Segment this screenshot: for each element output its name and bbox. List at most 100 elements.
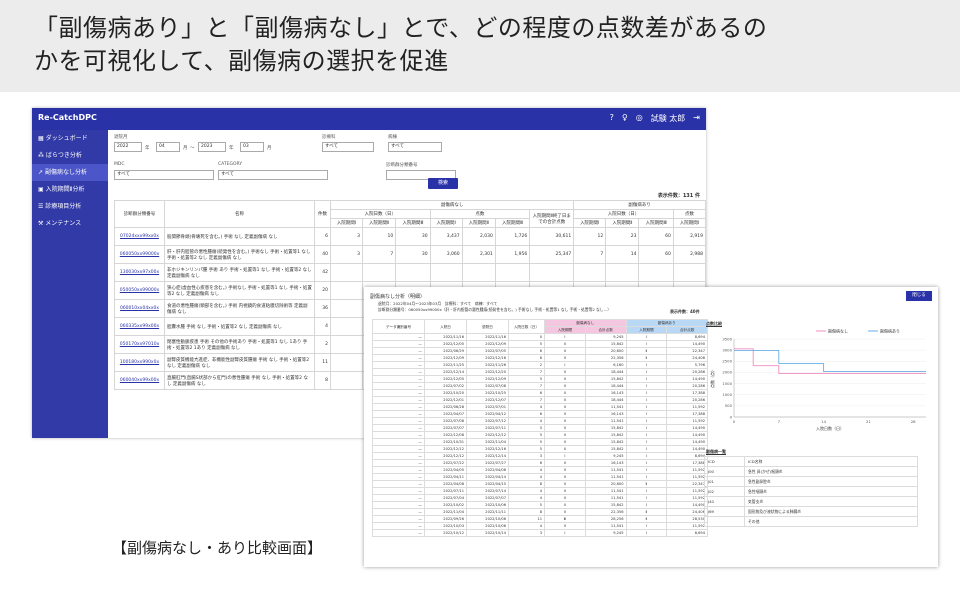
detail-table: データ識別番号 入院日 退院日 入院日数（日） 副傷病なし 副傷病あり 入院期間…: [372, 319, 708, 537]
dpc-code-link[interactable]: 060050xx99000x: [114, 245, 165, 264]
table-cell: 直腸肛門(直腸S状部から肛門)の悪性腫瘍 手術 なし 手術・処置等2 なし 定義…: [164, 371, 315, 390]
detail-cell: 11,541: [584, 473, 627, 481]
detail-id-cell: —: [372, 403, 425, 411]
detail-cell: 11,541: [584, 522, 627, 530]
table-cell: 3: [329, 227, 364, 246]
detail-id-cell: —: [372, 501, 425, 509]
sidebar-item-1[interactable]: ⁂ ばらつき分析: [32, 147, 108, 164]
detail-cell: 2022/11/04: [424, 508, 467, 516]
detail-cell: 2022/10/14: [466, 529, 509, 537]
dept-select[interactable]: すべて: [322, 142, 374, 152]
injury-code: J00: [704, 466, 745, 477]
trend-icon: ↗: [38, 169, 45, 176]
detail-cell: 2022/12/01: [424, 396, 467, 404]
dpc-code-link[interactable]: 130030xx97x00x: [114, 263, 165, 282]
table-cell: 14: [605, 245, 640, 264]
dpc-code-link[interactable]: 050050xx99000x: [114, 281, 165, 300]
table-cell: 10: [362, 227, 397, 246]
detail-id-cell: —: [372, 340, 425, 348]
mdc-select[interactable]: すべて: [114, 170, 214, 180]
detail-cell: Ⅱ: [544, 417, 586, 425]
dpc-code-link[interactable]: 060040xx99x00x: [114, 371, 165, 390]
detail-row: —2022/11/16 2022/11/16 0 Ⅰ 9,245 Ⅰ 8,694: [372, 333, 708, 341]
detail-cell: 16,143: [584, 410, 627, 418]
sidebar-item-3[interactable]: ▣ 入院期間Ⅱ分析: [32, 181, 108, 198]
table-cell: 肝・肝内胆管の悪性腫瘍(続発性を含む。) 手術なし 手術・処置等1 なし 手術・…: [164, 245, 315, 264]
detail-cell: 11,592: [666, 417, 708, 425]
detail-cell: 2022/04/14: [466, 473, 509, 481]
sidebar-item-2[interactable]: ↗ 副傷病なし分析: [32, 164, 108, 181]
detail-cell: 2022/11/16: [424, 333, 467, 341]
table-cell: 2,919: [672, 227, 706, 246]
slide-header: 「副傷病あり」と「副傷病なし」とで、どの程度の点数差があるの かを可視化して、副…: [0, 0, 960, 92]
to-year-select[interactable]: 2023: [198, 142, 226, 152]
injury-table: ICD ICD名称 J00 急性 鼻(かぜ)咽頭炎 J01 急性副鼻腔炎 J02 急性咽頭炎 J…: [704, 456, 918, 527]
detail-id-cell: —: [372, 354, 425, 362]
detail-cell: 11,592: [666, 522, 708, 530]
detail-cell: 2022/07/08: [466, 382, 509, 390]
detail-cell: 20,286: [666, 382, 708, 390]
dpc-code-link[interactable]: 060010xx04xx0x: [114, 299, 165, 318]
detail-row: —2022/07/04 2022/07/07 4 Ⅱ 11,541 Ⅰ 11,592: [372, 494, 708, 502]
search-button[interactable]: 検索: [428, 178, 458, 189]
detail-cell: 2022/10/06: [466, 501, 509, 509]
detail-cell: 20,286: [666, 368, 708, 376]
logout-icon[interactable]: ⇥: [693, 113, 700, 124]
user-icon[interactable]: ◎: [636, 113, 643, 124]
detail-cell: 2022/12/14: [424, 368, 467, 376]
detail-cell: 2022/10/06: [466, 522, 509, 530]
th-days-2: 入院日数（日）: [573, 209, 674, 219]
table-cell: 股関節骨頭(骨壊死を含む。) 手術 なし 定義副傷病 なし: [164, 227, 315, 246]
x-tick-label: 7: [778, 419, 781, 424]
table-cell: [461, 263, 496, 282]
category-select[interactable]: すべて: [218, 170, 328, 180]
sidebar-item-4[interactable]: ☰ 診療項目分析: [32, 198, 108, 215]
dashboard-icon: ▦: [38, 135, 46, 142]
detail-cell: Ⅱ: [544, 396, 586, 404]
detail-cell: 4: [508, 403, 545, 411]
app-logo[interactable]: Re-CatchDPC: [38, 113, 97, 122]
table-cell: 3,437: [429, 227, 463, 246]
month-unit: 月: [183, 146, 188, 151]
to-month-select[interactable]: 03: [240, 142, 264, 152]
sidebar-item-0[interactable]: ▦ ダッシュボード: [32, 130, 108, 147]
table-cell: 3: [329, 245, 364, 264]
dpc-code-link[interactable]: 07024xxx99xx0x: [114, 227, 165, 246]
detail-row: —2022/06/29 2022/07/05 6 Ⅱ 20,600 Ⅱ 22,347: [372, 347, 708, 355]
help-icon[interactable]: ?: [610, 113, 614, 124]
table-cell: 2,301: [461, 245, 496, 264]
table-cell: 60: [638, 245, 674, 264]
th-total: 入院期間Ⅱ終了日までの合計点数: [529, 209, 575, 228]
dpc-code-link[interactable]: 050170xx97010x: [114, 335, 165, 354]
table-cell: [573, 263, 607, 282]
detail-cell: 6: [508, 389, 545, 397]
dpc-code-link[interactable]: 060335xx99x00x: [114, 317, 165, 336]
popup-count: 表示件数：40件: [670, 309, 700, 314]
detail-cell: 2022/09/26: [424, 515, 467, 523]
detail-cell: 2022/11/26: [466, 361, 509, 369]
from-year-select[interactable]: 2022: [114, 142, 142, 152]
detail-cell: 2022/11/11: [466, 508, 509, 516]
detail-cell: 9,245: [584, 333, 627, 341]
detail-cell: 14,490: [666, 424, 708, 432]
sidebar-item-label: 入院期間Ⅱ分析: [45, 186, 85, 193]
notification-icon[interactable]: ♀: [622, 113, 628, 124]
table-cell: [638, 263, 674, 282]
detail-cell: Ⅱ: [544, 473, 586, 481]
ward-select[interactable]: すべて: [388, 142, 442, 152]
sidebar-item-5[interactable]: ⚒ メンテナンス: [32, 215, 108, 232]
dpc-code-link[interactable]: 100180xx990x0x: [114, 353, 165, 372]
detail-cell: Ⅱ: [544, 354, 586, 362]
close-button[interactable]: 閉じる: [906, 291, 932, 301]
from-month-select[interactable]: 04: [156, 142, 180, 152]
detail-cell: Ⅱ: [544, 424, 586, 432]
detail-cell: Ⅰ: [625, 375, 668, 383]
detail-cell: 2022/04/15: [466, 480, 509, 488]
detail-cell: 2022/07/07: [466, 494, 509, 502]
th-days: 入院日数（日）: [508, 319, 545, 334]
detail-cell: Ⅱ: [544, 410, 586, 418]
app-topbar: Re-CatchDPC ? ♀ ◎ 試験 太郎 ⇥: [32, 108, 706, 130]
table-cell: 36: [314, 299, 331, 318]
detail-id-cell: —: [372, 424, 425, 432]
popup-cond2: 診断群分類番号：060050xx99000x（肝・肝内胆管の悪性腫瘍(続発性を含…: [378, 307, 612, 312]
